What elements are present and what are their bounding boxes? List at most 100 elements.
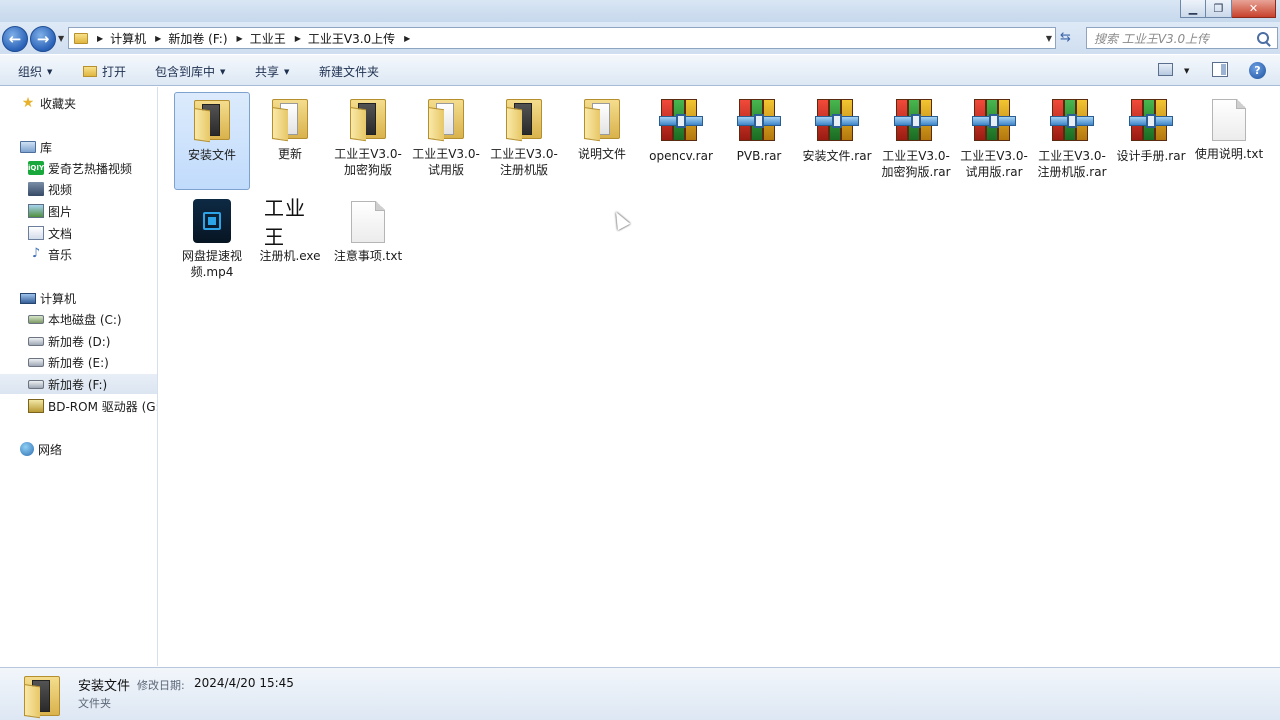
music-icon: ♪: [31, 246, 41, 261]
open-folder-icon: [83, 66, 97, 77]
address-history-dropdown[interactable]: ▼: [1046, 34, 1052, 43]
file-item[interactable]: 工业王V3.0-加密狗版: [330, 92, 406, 190]
search-box[interactable]: 搜索 工业王V3.0上传: [1086, 27, 1278, 49]
breadcrumb-computer[interactable]: 计算机: [110, 30, 146, 47]
file-item[interactable]: 工业王V3.0-试用版: [408, 92, 484, 190]
details-date-label: 修改日期:: [137, 679, 185, 692]
nav-pictures[interactable]: 图片: [28, 201, 72, 221]
text-file-icon: [351, 201, 385, 243]
file-item[interactable]: 注意事项.txt: [330, 194, 406, 292]
nav-drive-e[interactable]: 新加卷 (E:): [28, 352, 109, 372]
close-icon: ✕: [1248, 2, 1259, 15]
back-button[interactable]: ←: [2, 26, 28, 52]
file-name: 网盘提速视频.mp4: [181, 249, 242, 279]
nav-videos[interactable]: 视频: [28, 179, 72, 199]
nav-drive-d[interactable]: 新加卷 (D:): [28, 331, 110, 351]
file-item[interactable]: 设计手册.rar: [1113, 92, 1189, 190]
close-button[interactable]: ✕: [1232, 0, 1276, 18]
refresh-button[interactable]: ⇆: [1060, 30, 1071, 45]
preview-pane-icon[interactable]: [1212, 62, 1228, 77]
document-icon: [28, 226, 44, 240]
recent-pages-dropdown[interactable]: ▼: [58, 34, 64, 43]
file-item[interactable]: 使用说明.txt: [1191, 92, 1267, 190]
command-bar: 组织 ▼ 打开 包含到库中 ▼ 共享 ▼ 新建文件夹 ▼ ?: [0, 54, 1280, 86]
bd-rom-icon: [28, 399, 44, 413]
star-icon: ★: [21, 95, 35, 111]
chevron-right-icon[interactable]: ▶: [295, 34, 301, 43]
file-item[interactable]: 工业王V3.0-试用版.rar: [956, 92, 1032, 190]
file-item[interactable]: 网盘提速视频.mp4: [174, 194, 250, 292]
rar-archive-icon: [894, 97, 938, 143]
file-name: 安装文件: [187, 148, 236, 162]
rar-archive-icon: [737, 97, 781, 143]
folder-icon: [190, 98, 234, 143]
nav-drive-f[interactable]: 新加卷 (F:): [0, 374, 157, 394]
file-item[interactable]: opencv.rar: [643, 92, 719, 190]
breadcrumb-drive-f[interactable]: 新加卷 (F:): [168, 30, 227, 47]
chevron-right-icon[interactable]: ▶: [97, 34, 103, 43]
nav-iqiyi-videos[interactable]: iQIYI 爱奇艺热播视频: [28, 158, 132, 178]
view-options-dropdown[interactable]: ▼: [1184, 67, 1189, 75]
chevron-down-icon: ▼: [47, 67, 53, 76]
file-item[interactable]: 安装文件: [174, 92, 250, 190]
search-input[interactable]: 搜索 工业王V3.0上传: [1087, 30, 1257, 47]
folder-icon: [424, 97, 468, 142]
file-item[interactable]: 工业王V3.0-加密狗版.rar: [878, 92, 954, 190]
hard-drive-icon: [28, 314, 44, 324]
forward-button[interactable]: →: [30, 26, 56, 52]
new-folder-label: 新建文件夹: [319, 65, 380, 79]
search-icon[interactable]: [1257, 32, 1269, 44]
file-item[interactable]: 更新: [252, 92, 328, 190]
window-controls: ▁ ❐ ✕: [1180, 0, 1276, 18]
nav-drive-c[interactable]: 本地磁盘 (C:): [28, 309, 122, 329]
file-name: 注册机.exe: [259, 249, 321, 263]
organize-menu[interactable]: 组织 ▼: [18, 63, 52, 80]
breadcrumb-gongyewang[interactable]: 工业王: [250, 30, 286, 47]
nav-documents[interactable]: 文档: [28, 223, 72, 243]
rar-archive-icon: [659, 97, 703, 143]
file-item[interactable]: 工业王V3.0-注册机版: [486, 92, 562, 190]
file-list[interactable]: 安装文件 更新 工业王V3.0-加密狗版 工业王V3.0-试用版 工业王V3.0…: [159, 87, 1280, 666]
new-folder-button[interactable]: 新建文件夹: [319, 63, 379, 80]
file-item[interactable]: 工业王V3.0-注册机版.rar: [1034, 92, 1110, 190]
hard-drive-icon: [28, 357, 44, 367]
nav-drive-g[interactable]: BD-ROM 驱动器 (G:): [28, 396, 157, 416]
file-name: 更新: [277, 147, 302, 161]
breadcrumb-current-folder[interactable]: 工业王V3.0上传: [308, 30, 395, 47]
chevron-right-icon[interactable]: ▶: [155, 34, 161, 43]
arrow-left-icon: ←: [8, 30, 22, 48]
picture-icon: [28, 204, 44, 218]
file-name: 设计手册.rar: [1116, 149, 1186, 163]
help-icon[interactable]: ?: [1249, 62, 1266, 79]
organize-label: 组织: [18, 65, 43, 79]
chevron-right-icon[interactable]: ▶: [404, 34, 410, 43]
file-item[interactable]: 安装文件.rar: [799, 92, 875, 190]
share-menu[interactable]: 共享 ▼: [255, 63, 289, 80]
nav-music[interactable]: ♪ 音乐: [28, 244, 72, 264]
address-row: ← → ▼ ▶ 计算机 ▶ 新加卷 (F:) ▶ 工业王 ▶ 工业王V3.0上传…: [0, 22, 1280, 54]
nav-network[interactable]: 网络: [20, 439, 62, 459]
file-item[interactable]: 工业王 注册机.exe: [252, 194, 328, 292]
file-item[interactable]: 说明文件: [564, 92, 640, 190]
chevron-down-icon: ▼: [284, 67, 290, 76]
folder-icon: [20, 674, 64, 719]
file-name: 工业王V3.0-注册机版: [490, 147, 558, 177]
rar-archive-icon: [972, 97, 1016, 143]
navigation-pane: ★ 收藏夹 库 iQIYI 爱奇艺热播视频 视频 图片 文档 ♪ 音乐 计算机 本地磁…: [0, 87, 158, 666]
address-bar[interactable]: ▶ 计算机 ▶ 新加卷 (F:) ▶ 工业王 ▶ 工业王V3.0上传 ▶ ▼: [68, 27, 1056, 49]
chevron-right-icon[interactable]: ▶: [237, 34, 243, 43]
include-in-library-menu[interactable]: 包含到库中 ▼: [155, 63, 225, 80]
minimize-button[interactable]: ▁: [1180, 0, 1206, 18]
arrow-right-icon: →: [36, 30, 50, 48]
app-icon: 工业王: [264, 196, 306, 249]
change-view-icon[interactable]: [1158, 63, 1173, 76]
nav-computer[interactable]: 计算机: [20, 288, 76, 308]
computer-icon: [20, 292, 36, 304]
file-item[interactable]: PVB.rar: [721, 92, 797, 190]
title-bar: ▁ ❐ ✕: [0, 0, 1280, 22]
nav-favorites[interactable]: ★ 收藏夹: [20, 93, 76, 113]
file-name: 安装文件.rar: [802, 149, 872, 163]
maximize-button[interactable]: ❐: [1206, 0, 1232, 18]
open-button[interactable]: 打开: [83, 63, 126, 80]
nav-libraries[interactable]: 库: [20, 137, 52, 157]
